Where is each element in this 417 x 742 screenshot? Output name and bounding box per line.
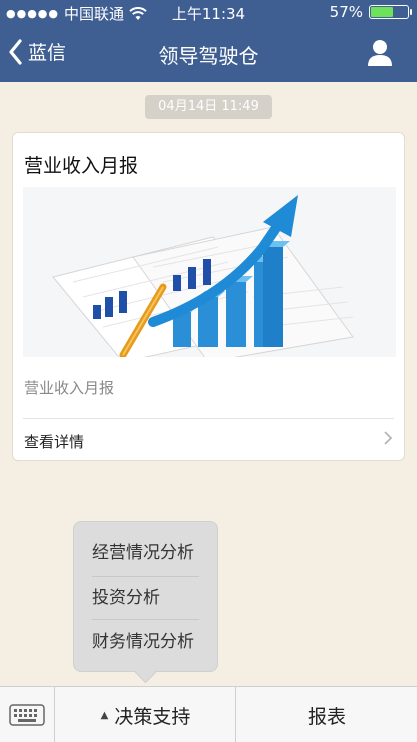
growth-chart-illustration <box>23 187 396 357</box>
report-label: 报表 <box>307 705 346 728</box>
view-detail-link[interactable]: 查看详情 <box>13 419 404 461</box>
decision-support-button[interactable]: ▲ 决策支持 <box>56 687 236 742</box>
menu-item-investment-analysis[interactable]: 投资分析 <box>92 578 199 618</box>
view-detail-label: 查看详情 <box>24 433 85 451</box>
decision-support-label: 决策支持 <box>114 705 191 728</box>
keyboard-icon <box>9 704 45 726</box>
caret-up-icon: ▲ <box>100 709 109 721</box>
chevron-right-icon <box>384 431 393 445</box>
card-description: 营业收入月报 <box>24 379 115 397</box>
menu-item-finance-analysis[interactable]: 财务情况分析 <box>92 622 199 662</box>
menu-item-operation-analysis[interactable]: 经营情况分析 <box>92 533 199 573</box>
bottom-menu-bar: ▲ 决策支持 报表 <box>0 686 417 742</box>
battery-percent: 57% <box>329 3 363 21</box>
status-bar: ●●●●● 中国联通 上午11:34 57% <box>0 0 417 26</box>
report-button[interactable]: 报表 <box>237 687 417 742</box>
message-timestamp: 04月14日 11:49 <box>145 95 272 119</box>
decision-support-menu: 经营情况分析 投资分析 财务情况分析 <box>73 521 218 672</box>
nav-bar: 蓝信 领导驾驶仓 <box>0 26 417 82</box>
keyboard-toggle-button[interactable] <box>0 687 55 742</box>
menu-divider <box>92 576 199 577</box>
report-card[interactable]: 营业收入月报 营业收入月报 查看详情 <box>12 132 405 461</box>
page-title: 领导驾驶仓 <box>158 44 259 68</box>
battery-icon <box>369 5 412 19</box>
card-title: 营业收入月报 <box>24 155 139 177</box>
status-right: 57% <box>329 3 412 21</box>
user-icon[interactable] <box>365 38 395 68</box>
menu-divider <box>92 619 199 620</box>
